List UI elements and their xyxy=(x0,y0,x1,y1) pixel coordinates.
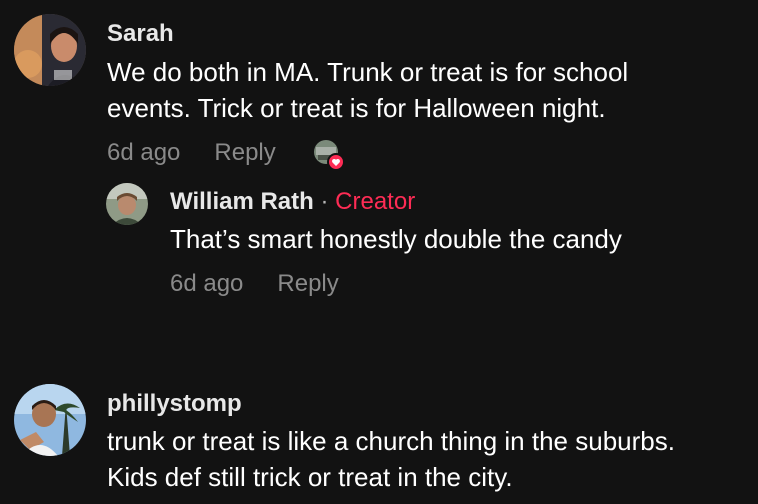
comment-meta-sarah: 6d ago Reply xyxy=(107,139,276,167)
comment-text-line-1: trunk or treat is like a church thing in… xyxy=(107,426,675,456)
reply-username-line: William Rath · Creator xyxy=(170,188,415,216)
comment-text-line-2: events. Trick or treat is for Halloween … xyxy=(107,93,606,123)
avatar-phillystomp[interactable] xyxy=(14,384,86,456)
reply-reply-button[interactable]: Reply xyxy=(277,270,338,297)
reply-meta: 6d ago Reply xyxy=(170,270,339,298)
comment-sarah: Sarah We do both in MA. Trunk or treat i… xyxy=(0,0,758,297)
comments-page: Sarah We do both in MA. Trunk or treat i… xyxy=(0,0,758,504)
avatar-sarah[interactable] xyxy=(14,14,86,86)
username-sarah[interactable]: Sarah xyxy=(107,20,174,48)
separator-dot: · xyxy=(320,188,329,215)
creator-badge: Creator xyxy=(335,188,416,215)
comment-text-line-1: We do both in MA. Trunk or treat is for … xyxy=(107,57,629,87)
comment-phillystomp: phillystomp trunk or treat is like a chu… xyxy=(0,370,758,504)
avatar-william-rath[interactable] xyxy=(106,183,148,225)
username-william-rath[interactable]: William Rath xyxy=(170,188,314,215)
reply-button[interactable]: Reply xyxy=(214,139,275,166)
username-phillystomp[interactable]: phillystomp xyxy=(107,390,242,418)
timestamp: 6d ago xyxy=(107,139,181,166)
reply-text: That’s smart honestly double the candy xyxy=(170,224,622,254)
creator-liked-heart-icon xyxy=(314,140,345,171)
comment-text-line-2: Kids def still trick or treat in the cit… xyxy=(107,462,513,492)
creator-liked-badge xyxy=(312,139,345,171)
reply-timestamp: 6d ago xyxy=(170,270,244,297)
